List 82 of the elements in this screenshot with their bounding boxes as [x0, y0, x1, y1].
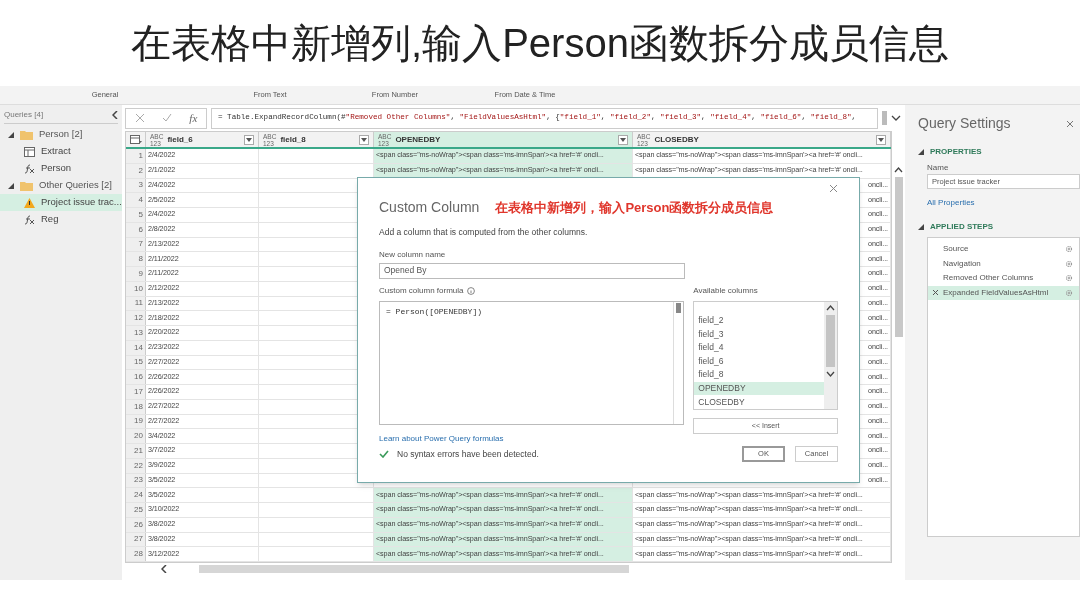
- column-name-field[interactable]: Opened By: [379, 262, 685, 279]
- row-number: 20: [126, 429, 146, 443]
- close-icon[interactable]: [829, 184, 838, 193]
- applied-step[interactable]: Source: [928, 242, 1079, 257]
- dialog-description: Add a column that is computed from the other columns.: [379, 226, 589, 239]
- column-filter-button[interactable]: [876, 134, 886, 145]
- query-item[interactable]: Project issue trac...: [0, 194, 122, 211]
- formula-editor[interactable]: = Person([OPENEDBY]): [379, 300, 685, 425]
- row-number: 8: [126, 252, 146, 266]
- row-number: 1: [126, 149, 146, 163]
- queries-title: Queries [4]: [4, 109, 44, 121]
- expanded-triangle-icon[interactable]: [8, 182, 14, 189]
- status-message: No syntax errors have been detected.: [397, 447, 539, 461]
- row-number: 21: [126, 444, 146, 458]
- row-number: 24: [126, 488, 146, 502]
- row-number: 28: [126, 547, 146, 561]
- row-number: 17: [126, 385, 146, 399]
- applied-step[interactable]: Navigation: [928, 256, 1079, 271]
- column-option[interactable]: field_6: [694, 354, 824, 369]
- column-option[interactable]: field_2: [694, 313, 824, 328]
- section-heading: PROPERTIES: [930, 146, 982, 158]
- scrollbar-thumb[interactable]: [199, 565, 629, 573]
- row-number: 25: [126, 503, 146, 517]
- field-label: New column name: [379, 248, 447, 261]
- check-icon: [379, 450, 389, 458]
- column-filter-button[interactable]: [359, 134, 369, 145]
- scroll-left-icon[interactable]: [161, 565, 167, 573]
- query-item[interactable]: Extract: [0, 143, 122, 160]
- scroll-down-icon[interactable]: [826, 370, 835, 377]
- collapse-chevron-icon[interactable]: [112, 111, 118, 119]
- table-menu-icon[interactable]: [129, 135, 142, 144]
- warning-icon: [24, 197, 35, 208]
- column-option[interactable]: field_3: [694, 327, 824, 341]
- column-filter-button[interactable]: [618, 134, 628, 145]
- row-number: 16: [126, 370, 146, 384]
- all-properties-link[interactable]: All Properties: [927, 197, 1080, 209]
- column-name: OPENEDBY: [395, 133, 441, 146]
- field-label: Name: [927, 162, 950, 174]
- expanded-triangle-icon[interactable]: [918, 149, 924, 155]
- scroll-up-icon[interactable]: [894, 167, 903, 173]
- close-icon[interactable]: [1066, 119, 1074, 128]
- column-name: CLOSEDBY: [654, 133, 699, 146]
- query-item[interactable]: Reg: [0, 211, 122, 228]
- query-item[interactable]: Person [2]: [0, 126, 122, 143]
- expanded-triangle-icon[interactable]: [918, 224, 924, 230]
- delete-step-icon[interactable]: [932, 289, 939, 297]
- expanded-triangle-icon[interactable]: [8, 131, 14, 138]
- pane-title: Query Settings: [918, 114, 1011, 133]
- scrollbar-thumb[interactable]: [894, 177, 903, 337]
- expand-chevron-icon[interactable]: [891, 114, 901, 122]
- info-icon[interactable]: [467, 286, 476, 295]
- section-heading: APPLIED STEPS: [930, 221, 994, 233]
- slide-title: 在表格中新增列,输入Person函数拆分成员信息: [131, 20, 949, 67]
- scrollbar-thumb[interactable]: [676, 302, 682, 313]
- field-label: Available columns: [693, 284, 759, 297]
- row-number: 4: [126, 193, 146, 207]
- row-number: 5: [126, 208, 146, 222]
- scrollbar-thumb[interactable]: [882, 111, 887, 125]
- applied-step[interactable]: Removed Other Columns: [928, 271, 1079, 286]
- column-filter-button[interactable]: [244, 134, 254, 145]
- applied-step[interactable]: Expanded FieldValuesAsHtml: [928, 285, 1079, 300]
- scroll-up-icon[interactable]: [826, 304, 835, 311]
- dialog-title: Custom Column: [379, 198, 480, 217]
- row-number: 12: [126, 311, 146, 325]
- row-number: 13: [126, 326, 146, 340]
- folder-icon: [20, 129, 33, 140]
- query-item[interactable]: Person: [0, 160, 122, 177]
- function-icon: [24, 214, 35, 225]
- scrollbar-thumb[interactable]: [826, 314, 835, 367]
- check-icon[interactable]: [162, 113, 172, 123]
- column-option[interactable]: OPENEDBY: [694, 381, 824, 396]
- function-icon: [24, 163, 35, 174]
- row-number: 9: [126, 267, 146, 281]
- table-icon: [24, 146, 35, 157]
- column-name: field_6: [167, 133, 193, 146]
- folder-icon: [20, 180, 33, 191]
- column-option[interactable]: field_8: [694, 368, 824, 382]
- query-item[interactable]: Other Queries [2]: [0, 177, 122, 194]
- column-option[interactable]: field_4: [694, 340, 824, 355]
- column-name: field_8: [280, 133, 306, 146]
- field-label: Custom column formula: [379, 284, 464, 297]
- function-button[interactable]: fx: [189, 109, 198, 127]
